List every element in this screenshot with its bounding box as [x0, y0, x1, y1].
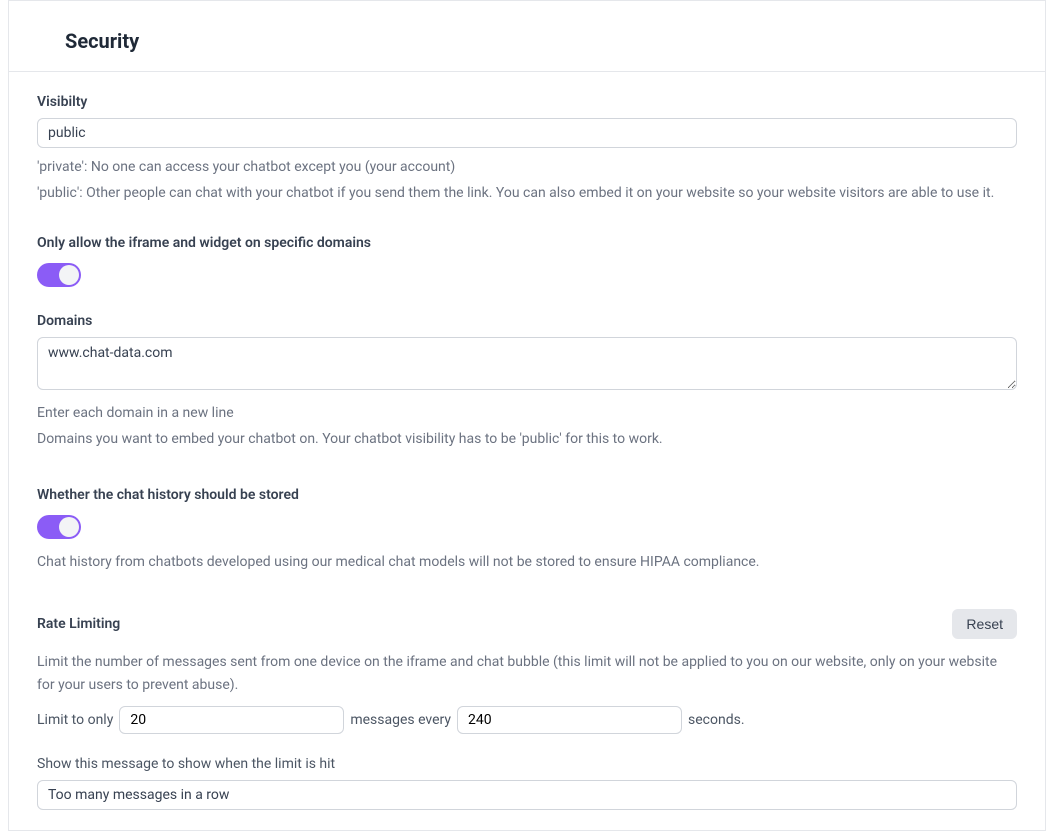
- limit-mid: messages every: [350, 712, 451, 728]
- toggle-knob: [59, 517, 79, 537]
- domains-textarea[interactable]: [37, 337, 1017, 390]
- history-toggle[interactable]: [37, 515, 81, 539]
- limit-seconds-input[interactable]: [457, 706, 682, 734]
- visibility-select[interactable]: [37, 118, 1017, 148]
- domains-section: Domains Enter each domain in a new line …: [37, 313, 1017, 451]
- page-title: Security: [65, 29, 1017, 53]
- domains-label: Domains: [37, 313, 1017, 329]
- visibility-label: Visibilty: [37, 94, 1017, 110]
- visibility-help: 'private': No one can access your chatbo…: [37, 156, 1017, 205]
- limit-suffix: seconds.: [688, 712, 745, 728]
- content: Visibilty 'private': No one can access y…: [9, 72, 1045, 830]
- rate-desc: Limit the number of messages sent from o…: [37, 651, 1017, 696]
- limit-msg-label: Show this message to show when the limit…: [37, 756, 1017, 772]
- limit-count-input[interactable]: [119, 706, 344, 734]
- reset-button[interactable]: Reset: [952, 609, 1017, 639]
- limit-prefix: Limit to only: [37, 712, 113, 728]
- rate-section: Rate Limiting Reset Limit the number of …: [37, 609, 1017, 810]
- domains-help-2: Domains you want to embed your chatbot o…: [37, 428, 1017, 450]
- rate-inline-row: Limit to only messages every seconds.: [37, 706, 1017, 734]
- security-panel: Security Visibilty 'private': No one can…: [8, 0, 1046, 831]
- header: Security: [9, 1, 1045, 72]
- rate-label: Rate Limiting: [37, 616, 120, 632]
- history-label: Whether the chat history should be store…: [37, 487, 1017, 503]
- history-help-text: Chat history from chatbots developed usi…: [37, 551, 1017, 573]
- iframe-section: Only allow the iframe and widget on spec…: [37, 235, 1017, 291]
- rate-header-row: Rate Limiting Reset: [37, 609, 1017, 639]
- rate-desc-text: Limit the number of messages sent from o…: [37, 651, 1017, 696]
- visibility-help-public: 'public': Other people can chat with you…: [37, 182, 1017, 204]
- visibility-section: Visibilty 'private': No one can access y…: [37, 94, 1017, 205]
- domains-help: Enter each domain in a new line Domains …: [37, 402, 1017, 451]
- visibility-help-private: 'private': No one can access your chatbo…: [37, 156, 1017, 178]
- limit-msg-input[interactable]: [37, 780, 1017, 810]
- iframe-label: Only allow the iframe and widget on spec…: [37, 235, 1017, 251]
- domains-help-1: Enter each domain in a new line: [37, 402, 1017, 424]
- toggle-knob: [59, 265, 79, 285]
- iframe-toggle[interactable]: [37, 263, 81, 287]
- history-section: Whether the chat history should be store…: [37, 487, 1017, 573]
- history-help: Chat history from chatbots developed usi…: [37, 551, 1017, 573]
